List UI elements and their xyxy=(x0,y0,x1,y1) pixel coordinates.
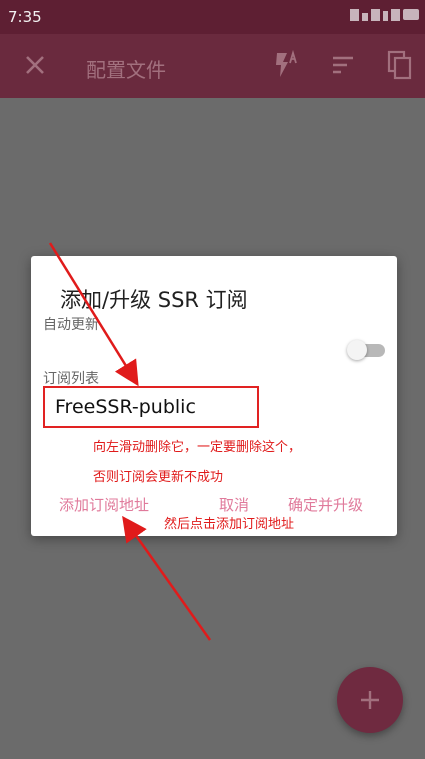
subscription-item-highlight[interactable]: FreeSSR-public xyxy=(43,386,259,428)
flash-auto-icon[interactable] xyxy=(272,50,302,80)
confirm-upgrade-button[interactable]: 确定并升级 xyxy=(288,494,363,515)
copy-icon[interactable] xyxy=(386,50,414,80)
subscription-list-label: 订阅列表 xyxy=(43,371,99,387)
add-fab-button[interactable] xyxy=(337,667,403,733)
annotation-then-note: 然后点击添加订阅地址 xyxy=(164,517,295,532)
toggle-thumb xyxy=(347,340,367,360)
cancel-button[interactable]: 取消 xyxy=(219,494,249,515)
dialog-title: 添加/升级 SSR 订阅 xyxy=(60,288,248,312)
status-bar: 7:35 xyxy=(0,0,425,34)
add-ssr-subscription-dialog: 添加/升级 SSR 订阅 自动更新 订阅列表 FreeSSR-public 向左… xyxy=(31,256,397,536)
add-subscription-button[interactable]: 添加订阅地址 xyxy=(59,494,149,515)
annotation-swipe-note: 向左滑动删除它，一定要删除这个， xyxy=(93,440,302,455)
status-time: 7:35 xyxy=(8,8,42,26)
sort-icon[interactable] xyxy=(330,52,356,78)
plus-icon xyxy=(361,691,379,709)
page-title: 配置文件 xyxy=(86,58,166,82)
auto-update-toggle[interactable] xyxy=(347,340,387,360)
app-bar: 配置文件 xyxy=(0,34,425,98)
subscription-item[interactable]: FreeSSR-public xyxy=(55,396,196,418)
annotation-warning-note: 否则订阅会更新不成功 xyxy=(93,470,224,485)
auto-update-label: 自动更新 xyxy=(43,317,99,333)
status-icons xyxy=(350,9,419,21)
close-icon[interactable] xyxy=(20,50,50,80)
